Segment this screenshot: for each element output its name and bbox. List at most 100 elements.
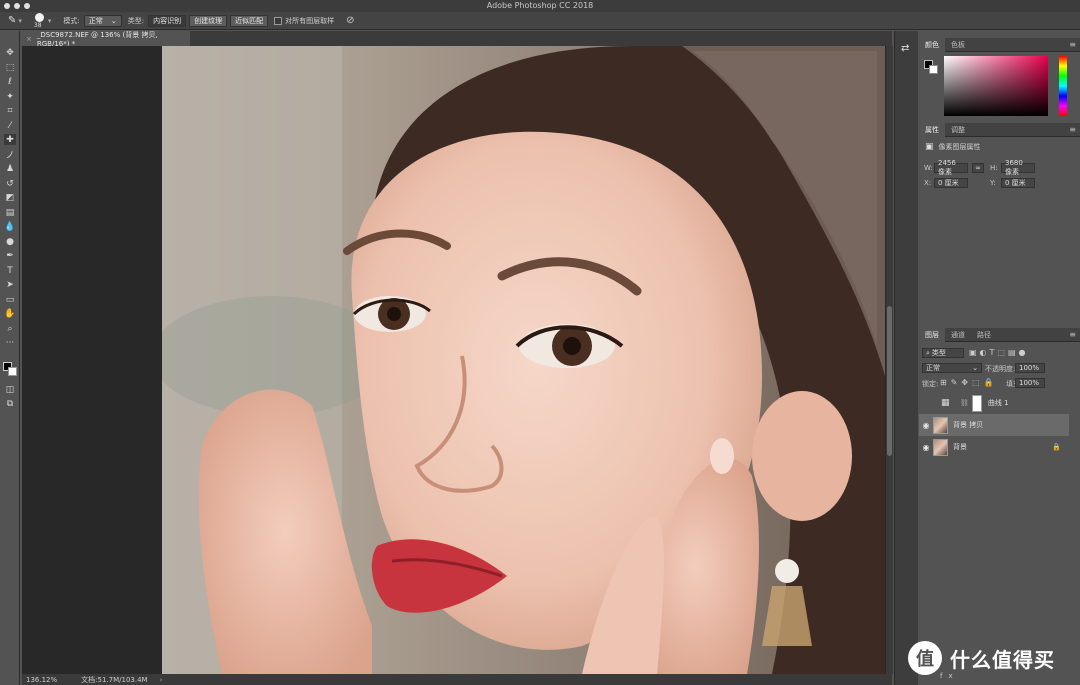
spot-healing-tool-icon[interactable]: ✚ [4,134,16,145]
brush-tool-icon[interactable]: ノ [4,149,16,161]
scrollbar-thumb[interactable] [887,306,892,456]
layer-name: 背景 拷贝 [953,421,984,429]
panel-menu-icon[interactable]: ≡ [1069,40,1076,49]
layer-row-curves[interactable]: ▦ ⛓ 曲线 1 [919,392,1069,414]
type-label: 类型: [127,16,145,25]
tool-preset-dropdown-icon[interactable]: ▾ [18,17,22,25]
layer-mask-thumb[interactable] [971,394,982,412]
type-tool-icon[interactable]: T [4,265,16,276]
healing-brush-tool-icon[interactable]: ✎ [8,15,16,26]
gradient-tool-icon[interactable]: ▤ [4,207,16,218]
opacity-field[interactable]: 100% [1015,363,1045,373]
app-title: Adobe Photoshop CC 2018 [486,1,594,10]
lock-label: 锁定: [922,380,939,388]
content-aware-button[interactable]: 内容识别 [148,14,187,27]
document-tab-bar: × _DSC9872.NEF @ 136% (背景 拷贝, RGB/16*) * [22,30,892,48]
width-field[interactable]: 2456 像素 [934,159,968,176]
lasso-tool-icon[interactable]: ℓ [4,76,16,87]
color-picker-field[interactable] [944,56,1048,116]
document-canvas-image[interactable] [162,46,885,674]
layers-menu-icon[interactable]: ≡ [1069,330,1076,339]
watermark-overlay: 值 什么值得买 [908,638,1078,678]
opacity-label: 不透明度: [985,365,1016,373]
marquee-tool-icon[interactable]: ⬚ [4,62,16,73]
visibility-eye-icon[interactable]: ◉ [919,443,933,452]
hue-slider[interactable] [1059,56,1067,116]
canvas-vertical-scrollbar[interactable] [886,46,893,674]
layer-thumbnail [933,416,948,434]
properties-panel: 属性 调整 ≡ ▣ 像素图层属性 W: 2456 像素 ∞ H: 3680 像素… [919,122,1080,323]
close-tab-icon[interactable]: × [26,35,32,43]
document-size: 文档:51.7M/103.4M [81,675,148,684]
x-field[interactable]: 0 厘米 [934,178,968,188]
brush-picker-chevron-icon[interactable]: ▾ [48,17,52,25]
eyedropper-tool-icon[interactable]: ⁄ [4,120,16,131]
move-tool-icon[interactable]: ✥ [4,47,16,58]
options-bar: ✎ ▾ 38 ▾ 模式: 正常 ⌄ 类型: 内容识别 创建纹理 近似匹配 对所有… [0,12,1080,30]
quick-mask-icon[interactable]: ◫ [4,384,16,395]
tab-channels[interactable]: 通道 [945,328,971,342]
layer-filter-select[interactable]: ⌕ 类型 [922,348,964,358]
eraser-tool-icon[interactable]: ◩ [4,192,16,203]
status-bar: 136.12% 文档:51.7M/103.4M › [22,674,892,685]
tab-paths[interactable]: 路径 [971,328,997,342]
fill-field[interactable]: 100% [1015,378,1045,388]
layer-filter-icons[interactable]: ▣◐T⬚▤● [969,348,1029,357]
x-label: X: [924,179,932,187]
tab-swatches[interactable]: 色板 [945,38,971,52]
quick-selection-tool-icon[interactable]: ✦ [4,91,16,102]
y-field[interactable]: 0 厘米 [1001,178,1035,188]
pixel-layer-icon: ▣ [925,142,934,152]
blend-mode-value: 正常 [926,364,940,372]
screen-mode-icon[interactable]: ⧉ [4,398,16,409]
blur-tool-icon[interactable]: 💧 [4,221,16,232]
link-dimensions-icon[interactable]: ∞ [972,163,984,173]
zoom-tool-icon[interactable]: ⌕ [4,323,16,334]
pressure-size-icon[interactable]: ⊘ [346,15,354,26]
mode-select[interactable]: 正常 ⌄ [83,14,122,27]
zoom-level[interactable]: 136.12% [26,676,57,684]
properties-menu-icon[interactable]: ≡ [1069,125,1076,134]
rectangle-tool-icon[interactable]: ▭ [4,294,16,305]
layer-name: 背景 [953,443,967,451]
visibility-eye-icon[interactable]: ◉ [919,421,933,430]
title-bar: Adobe Photoshop CC 2018 [0,0,1080,12]
color-panel: 颜色 色板 ≡ [919,37,1080,120]
bg-color-chip[interactable] [929,65,938,74]
tab-layers[interactable]: 图层 [919,327,945,342]
crop-tool-icon[interactable]: ⌗ [4,105,16,116]
layer-row-background-copy[interactable]: ◉ 背景 拷贝 [919,414,1069,436]
tab-properties[interactable]: 属性 [919,122,945,137]
create-texture-button[interactable]: 创建纹理 [189,14,228,27]
height-label: H: [990,164,998,172]
dodge-tool-icon[interactable]: ● [4,236,16,247]
filter-search-icon: ⌕ [926,348,930,357]
watermark-logo: 值 [908,641,942,675]
document-tab[interactable]: × _DSC9872.NEF @ 136% (背景 拷贝, RGB/16*) * [22,30,190,48]
sample-all-layers-checkbox[interactable] [274,16,283,25]
layer-name: 曲线 1 [987,399,1009,407]
background-color-swatch[interactable] [8,367,17,376]
proximity-match-button[interactable]: 近似匹配 [230,14,269,27]
tab-adjustments[interactable]: 调整 [945,123,971,137]
blend-mode-chevron-icon: ⌄ [972,364,978,372]
layers-panel: 图层 通道 路径 ≡ ⌕ 类型 ▣◐T⬚▤● 正常 ⌄ 不透明度: 100% 锁… [919,327,1080,685]
pen-tool-icon[interactable]: ✒ [4,250,16,261]
layer-filter-value: 类型 [931,349,946,357]
edit-toolbar-icon[interactable]: ··· [4,337,16,348]
hand-tool-icon[interactable]: ✋ [4,308,16,319]
lock-icons[interactable]: ⊞✎✥⬚🔒 [940,378,998,387]
height-field[interactable]: 3680 像素 [1001,159,1035,176]
curves-adjustment-icon: ▦ [941,398,950,408]
history-panel-icon[interactable]: ⇄ [901,43,909,54]
brush-preset-picker[interactable]: 38 [32,12,48,29]
clone-stamp-tool-icon[interactable]: ♟ [4,163,16,174]
layer-row-background[interactable]: ◉ 背景 🔒 [919,436,1069,458]
layers-panel-tabs: 图层 通道 路径 ≡ [919,327,1080,342]
document-tab-title: _DSC9872.NEF @ 136% (背景 拷贝, RGB/16*) * [36,30,158,48]
tab-color[interactable]: 颜色 [919,37,945,52]
status-menu-chevron-icon[interactable]: › [160,676,163,684]
path-selection-tool-icon[interactable]: ➤ [4,279,16,290]
history-brush-tool-icon[interactable]: ↺ [4,178,16,189]
blend-mode-select[interactable]: 正常 ⌄ [922,363,982,373]
